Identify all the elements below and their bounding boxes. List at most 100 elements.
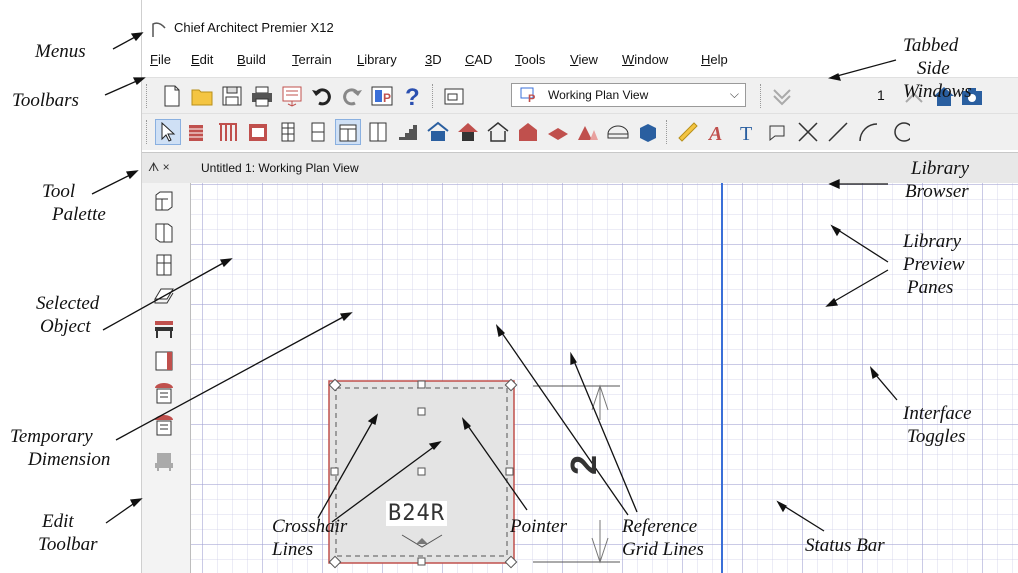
appliance-icon[interactable] — [152, 381, 176, 405]
shower-icon[interactable] — [152, 413, 176, 437]
draw-circle-icon[interactable] — [886, 120, 910, 144]
skylight-icon[interactable] — [606, 120, 630, 144]
annotation-edit-toolbar-line1: Edit — [42, 511, 74, 532]
annotation-tabbed-line2: Side — [917, 58, 950, 79]
framing-tools-icon[interactable] — [486, 120, 510, 144]
reference-blue-line — [721, 183, 723, 573]
annotation-toolbars: Toolbars — [12, 90, 79, 111]
annotation-crosshair-line2: Lines — [272, 539, 314, 560]
text-style-icon[interactable]: A — [706, 120, 730, 144]
annotation-tabbed-line1: Tabbed — [903, 35, 959, 56]
base-cabinet-icon[interactable] — [152, 189, 176, 213]
door-tools-icon[interactable] — [306, 120, 330, 144]
base-cabinet-icon[interactable] — [335, 119, 361, 145]
annotation-pointer: Pointer — [510, 516, 567, 537]
annotation-library-preview-panes: Library Preview Panes — [903, 230, 965, 299]
soffit-icon[interactable] — [152, 285, 176, 309]
annotation-tool-palette-line1: Tool — [42, 181, 76, 202]
toolbar-separator — [760, 84, 763, 108]
annotation-crosshair-lines: Crosshair Lines — [272, 515, 347, 561]
roof-planes-icon[interactable] — [576, 120, 600, 144]
annotation-interface-toggles-line1: Interface — [903, 403, 972, 424]
menu-edit[interactable]: Edit — [191, 52, 213, 67]
toolbar-separator — [666, 120, 669, 144]
select-objects-icon[interactable] — [155, 119, 181, 145]
help-icon[interactable]: ? — [400, 84, 424, 108]
palette-float-close-buttons[interactable]: ᗑ × — [148, 160, 170, 175]
menu-library[interactable]: Library — [357, 52, 397, 67]
camera-view-icon[interactable] — [442, 84, 466, 108]
menu-file[interactable]: File — [150, 52, 171, 67]
redo-icon[interactable] — [340, 84, 364, 108]
shelf-icon[interactable] — [152, 317, 176, 341]
foundation-tools-icon[interactable] — [516, 120, 540, 144]
new-file-icon[interactable] — [160, 84, 184, 108]
view-select-dropdown[interactable]: P Working Plan View ⌵ — [511, 83, 746, 107]
room-tools-icon[interactable] — [426, 120, 450, 144]
menu-tools[interactable]: Tools — [515, 52, 545, 67]
stairs-icon[interactable] — [396, 120, 420, 144]
svg-text:T: T — [740, 123, 752, 144]
annotation-arrow-edit-toolbar — [105, 498, 143, 524]
menu-view[interactable]: View — [570, 52, 598, 67]
wall-cabinet-icon[interactable] — [366, 120, 390, 144]
custom-cabinet-icon[interactable] — [152, 349, 176, 373]
railing-icon[interactable] — [216, 120, 240, 144]
annotation-library-preview-line2: Preview — [903, 254, 965, 275]
menu-3d[interactable]: 3D — [425, 52, 442, 67]
toolbar-grip[interactable] — [146, 84, 149, 108]
annotation-arrow-toolbars — [104, 77, 146, 96]
svg-text:A: A — [707, 123, 722, 144]
save-icon[interactable] — [220, 84, 244, 108]
menu-cad[interactable]: CAD — [465, 52, 492, 67]
annotation-temporary-dimension: Temporary Dimension — [10, 425, 110, 471]
roof-tools-icon[interactable] — [456, 120, 480, 144]
annotation-library-browser: Library Browser — [905, 157, 969, 203]
down-one-floor-icon[interactable] — [770, 84, 794, 108]
chief-architect-window: Chief Architect Premier X12 File Edit Bu… — [141, 0, 1018, 573]
toolbar-separator — [432, 84, 435, 108]
plan-properties-icon[interactable]: P — [370, 84, 394, 108]
annotation-library-browser-line2: Browser — [905, 181, 969, 202]
tab-working-plan-view[interactable]: Untitled 1: Working Plan View — [201, 161, 359, 175]
annotation-tool-palette-line2: Palette — [52, 204, 106, 225]
plan-view-icon: P — [520, 87, 535, 103]
open-folder-icon[interactable] — [190, 84, 214, 108]
floor-number: 1 — [877, 87, 885, 103]
disabled-fixture-icon — [155, 453, 173, 471]
svg-text:?: ? — [405, 84, 420, 108]
terrain-tools-icon[interactable] — [546, 120, 570, 144]
view-select-value: Working Plan View — [548, 88, 649, 102]
title-bar: Chief Architect Premier X12 — [142, 0, 1018, 44]
wall-cabinet-icon[interactable] — [152, 221, 176, 245]
cabinet-tools-icon[interactable] — [246, 120, 270, 144]
chevron-down-icon: ⌵ — [729, 87, 739, 101]
full-height-cabinet-icon[interactable] — [152, 253, 176, 277]
menu-help[interactable]: Help — [701, 52, 728, 67]
annotation-status-bar: Status Bar — [805, 535, 885, 556]
draw-line-icon[interactable] — [826, 120, 850, 144]
menu-terrain[interactable]: Terrain — [292, 52, 332, 67]
dimension-tools-icon[interactable] — [676, 120, 700, 144]
annotation-grid-line2: Grid Lines — [622, 539, 704, 560]
window-tools-icon[interactable] — [276, 120, 300, 144]
3d-box-icon[interactable] — [636, 120, 660, 144]
toolbar-grip[interactable] — [146, 120, 149, 144]
draw-arc-icon[interactable] — [856, 120, 880, 144]
menu-build[interactable]: Build — [237, 52, 266, 67]
cad-lines-icon[interactable] — [796, 120, 820, 144]
text-tools-icon[interactable]: T — [736, 120, 760, 144]
annotation-selected-object-line2: Object — [40, 316, 91, 337]
print-icon[interactable] — [250, 84, 274, 108]
wall-tools-icon[interactable] — [186, 120, 210, 144]
annotation-interface-toggles: Interface Toggles — [903, 402, 972, 448]
menu-window[interactable]: Window — [622, 52, 668, 67]
callout-tools-icon[interactable] — [766, 120, 790, 144]
undo-icon[interactable] — [310, 84, 334, 108]
annotation-library-preview-line1: Library — [903, 231, 962, 252]
send-to-layout-icon[interactable] — [280, 84, 304, 108]
annotation-tabbed-line3: Windows — [903, 81, 972, 102]
annotation-edit-toolbar: Edit Toolbar — [38, 510, 98, 556]
window-title: Chief Architect Premier X12 — [174, 20, 334, 35]
menu-bar: File Edit Build Terrain Library 3D CAD T… — [142, 47, 1018, 71]
